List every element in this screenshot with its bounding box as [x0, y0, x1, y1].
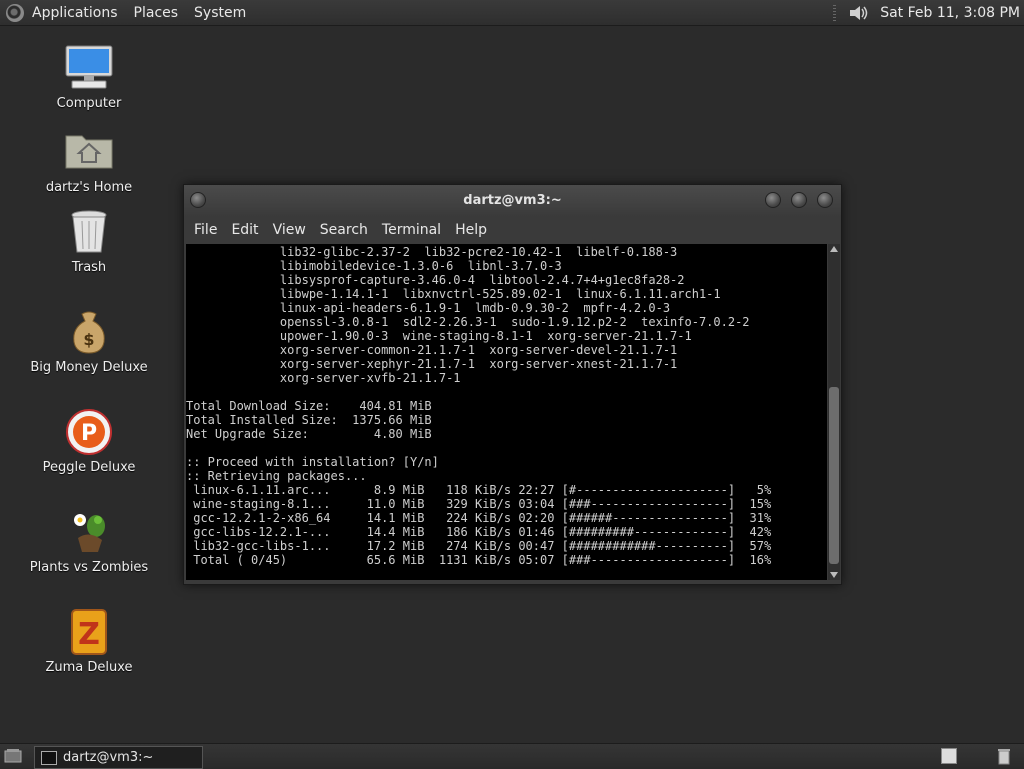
desktop-icon-computer[interactable]: Computer: [24, 44, 154, 111]
applications-menu[interactable]: Applications: [32, 5, 118, 21]
menu-search[interactable]: Search: [320, 222, 368, 238]
desktop-icon-plants-vs-zombies[interactable]: Plants vs Zombies: [24, 508, 154, 575]
peggle-icon: P: [64, 408, 114, 456]
trash-applet-icon[interactable]: [995, 747, 1013, 765]
show-desktop-icon[interactable]: [4, 748, 22, 764]
desktop-icon-label: Trash: [71, 260, 107, 275]
home-folder-icon: [64, 128, 114, 176]
scroll-down-arrow-icon[interactable]: [830, 572, 838, 578]
desktop-icon-label: Peggle Deluxe: [42, 460, 136, 475]
volume-icon[interactable]: [848, 4, 870, 22]
maximize-button[interactable]: [791, 192, 807, 208]
minimize-button[interactable]: [765, 192, 781, 208]
desktop-icon-label: Big Money Deluxe: [30, 360, 148, 375]
distro-logo-icon[interactable]: [6, 3, 24, 22]
desktop-icon-peggle[interactable]: P Peggle Deluxe: [24, 408, 154, 475]
clock[interactable]: Sat Feb 11, 3:08 PM: [880, 5, 1020, 21]
scroll-up-arrow-icon[interactable]: [830, 246, 838, 252]
terminal-window[interactable]: dartz@vm3:~ File Edit View Search Termin…: [183, 184, 842, 585]
svg-text:$: $: [83, 330, 94, 349]
menu-help[interactable]: Help: [455, 222, 487, 238]
svg-text:P: P: [81, 421, 97, 446]
desktop-icon-big-money[interactable]: $ Big Money Deluxe: [24, 308, 154, 375]
close-button[interactable]: [817, 192, 833, 208]
menu-edit[interactable]: Edit: [231, 222, 258, 238]
top-panel: Applications Places System Sat Feb 11, 3…: [0, 0, 1024, 26]
desktop-icon-label: dartz's Home: [45, 180, 133, 195]
desktop-icon-trash[interactable]: Trash: [24, 208, 154, 275]
terminal-icon: [41, 750, 57, 765]
zuma-icon: Z: [64, 608, 114, 656]
terminal-text: lib32-glibc-2.37-2 lib32-pcre2-10.42-1 l…: [186, 245, 772, 567]
trash-icon: [64, 208, 114, 256]
terminal-output[interactable]: lib32-glibc-2.37-2 lib32-pcre2-10.42-1 l…: [186, 244, 827, 580]
desktop-icon-label: Computer: [56, 96, 122, 111]
desktop-icon-zuma[interactable]: Z Zuma Deluxe: [24, 608, 154, 675]
scrollbar-thumb[interactable]: [829, 387, 839, 564]
computer-icon: [64, 44, 114, 92]
desktop-icon-home[interactable]: dartz's Home: [24, 128, 154, 195]
terminal-menubar: File Edit View Search Terminal Help: [184, 217, 841, 243]
desktop-icon-label: Zuma Deluxe: [45, 660, 133, 675]
taskbar-label: dartz@vm3:~: [63, 750, 154, 765]
svg-text:Z: Z: [78, 617, 100, 652]
menu-terminal[interactable]: Terminal: [382, 222, 441, 238]
bottom-panel: dartz@vm3:~: [0, 743, 1024, 769]
panel-grip[interactable]: [833, 4, 837, 21]
menu-view[interactable]: View: [273, 222, 306, 238]
window-titlebar[interactable]: dartz@vm3:~: [184, 185, 841, 217]
menu-file[interactable]: File: [194, 222, 217, 238]
places-menu[interactable]: Places: [134, 5, 179, 21]
system-menu[interactable]: System: [194, 5, 246, 21]
desktop-icon-label: Plants vs Zombies: [29, 560, 149, 575]
terminal-scrollbar[interactable]: [828, 244, 840, 580]
window-title: dartz@vm3:~: [463, 193, 562, 208]
plants-vs-zombies-icon: [64, 508, 114, 556]
taskbar-button-terminal[interactable]: dartz@vm3:~: [34, 746, 203, 769]
workspace-switcher[interactable]: [941, 748, 957, 764]
money-bag-icon: $: [64, 308, 114, 356]
